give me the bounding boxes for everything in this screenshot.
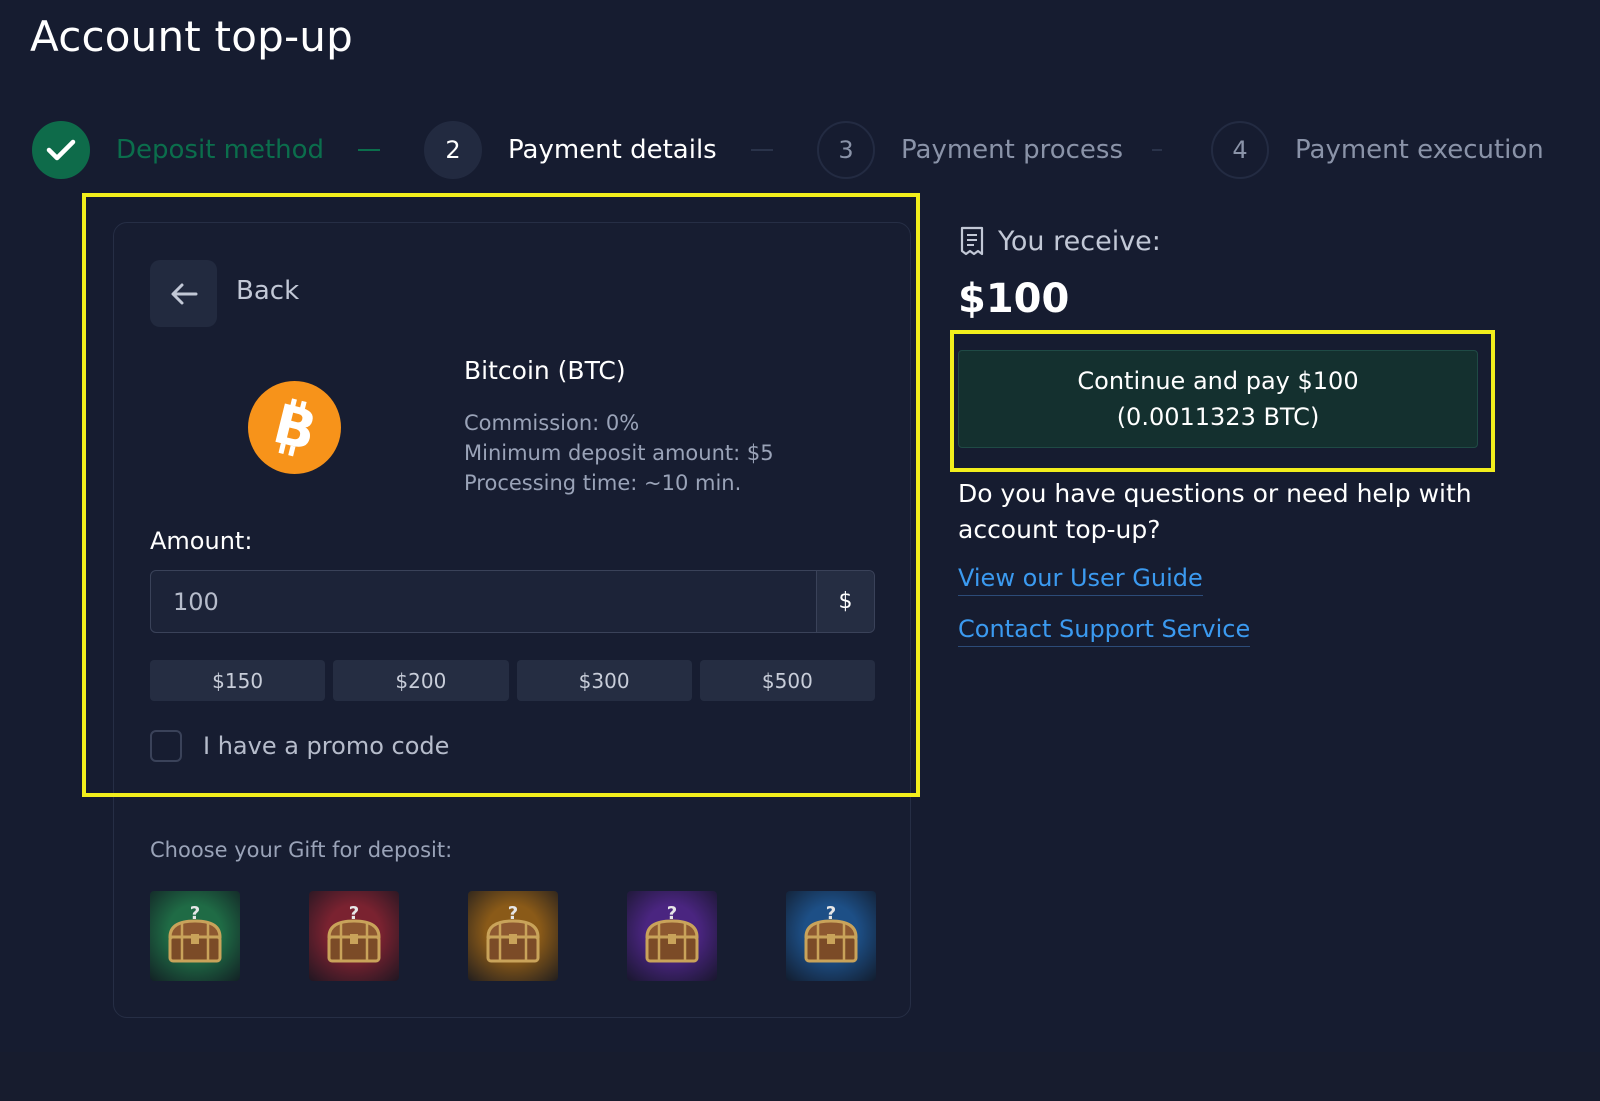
help-text: Do you have questions or need help with …: [958, 479, 1472, 544]
pay-button-amount: Continue and pay $100: [1077, 367, 1359, 395]
question-mark: ?: [826, 903, 836, 924]
contact-support-link[interactable]: Contact Support Service: [958, 615, 1251, 647]
step-payment-execution[interactable]: 4 Payment execution: [1211, 121, 1544, 179]
receipt-icon: [960, 226, 984, 256]
page-title: Account top-up: [30, 12, 353, 61]
arrow-left-icon: [171, 283, 197, 304]
gift-purple-chest[interactable]: ?: [627, 891, 717, 981]
treasure-chest-icon: ?: [168, 903, 222, 963]
step-number: 2: [424, 121, 482, 179]
gift-green-chest[interactable]: ?: [150, 891, 240, 981]
footer-strip: [0, 1052, 1600, 1101]
payment-method-info: Commission: 0% Minimum deposit amount: $…: [464, 408, 774, 498]
step-connector: [358, 149, 380, 151]
promo-code-toggle[interactable]: I have a promo code: [150, 730, 449, 762]
step-label: Payment process: [901, 135, 1124, 165]
gift-section-title: Choose your Gift for deposit:: [150, 838, 453, 862]
amount-label: Amount:: [150, 527, 253, 555]
gift-blue-chest[interactable]: ?: [786, 891, 876, 981]
bitcoin-icon: B: [248, 381, 341, 474]
gift-options: ?????: [150, 891, 876, 981]
question-mark: ?: [508, 903, 518, 924]
question-mark: ?: [190, 903, 200, 924]
preset-amount-button[interactable]: $200: [333, 660, 509, 701]
treasure-chest-icon: ?: [804, 903, 858, 963]
promo-code-checkbox[interactable]: [150, 730, 182, 762]
step-label: Deposit method: [116, 135, 325, 165]
currency-symbol: $: [816, 571, 874, 632]
amount-presets: $150 $200 $300 $500: [150, 660, 875, 701]
processing-time-text: Processing time: ~10 min.: [464, 471, 742, 495]
preset-amount-button[interactable]: $500: [699, 660, 875, 701]
step-label: Payment details: [508, 135, 717, 165]
continue-and-pay-button[interactable]: Continue and pay $100 (0.0011323 BTC): [958, 350, 1478, 448]
step-number: 4: [1211, 121, 1269, 179]
receive-amount: $100: [958, 276, 1070, 322]
step-number: 3: [817, 121, 875, 179]
step-deposit-method[interactable]: Deposit method: [32, 121, 324, 179]
amount-input[interactable]: [151, 571, 816, 632]
step-payment-details[interactable]: 2 Payment details: [424, 121, 717, 179]
gift-gold-chest[interactable]: ?: [468, 891, 558, 981]
treasure-chest-icon: ?: [327, 903, 381, 963]
pay-button-crypto-amount: (0.0011323 BTC): [1116, 403, 1320, 431]
back-label[interactable]: Back: [236, 276, 299, 306]
step-connector: [751, 149, 773, 151]
gift-red-chest[interactable]: ?: [309, 891, 399, 981]
question-mark: ?: [349, 903, 359, 924]
check-icon: [32, 121, 90, 179]
preset-amount-button[interactable]: $300: [516, 660, 692, 701]
amount-field: $: [150, 570, 875, 633]
receive-label: You receive:: [998, 226, 1161, 257]
question-mark: ?: [667, 903, 677, 924]
back-button[interactable]: [150, 260, 217, 327]
preset-amount-button[interactable]: $150: [150, 660, 326, 701]
payment-method-name: Bitcoin (BTC): [464, 356, 626, 385]
step-connector: [1152, 149, 1162, 151]
minimum-deposit-text: Minimum deposit amount: $5: [464, 441, 774, 465]
promo-code-label: I have a promo code: [203, 732, 450, 760]
treasure-chest-icon: ?: [645, 903, 699, 963]
commission-text: Commission: 0%: [464, 411, 640, 435]
step-payment-process[interactable]: 3 Payment process: [817, 121, 1123, 179]
treasure-chest-icon: ?: [486, 903, 540, 963]
user-guide-link[interactable]: View our User Guide: [958, 564, 1203, 596]
step-label: Payment execution: [1295, 135, 1544, 165]
stepper: Deposit method 2 Payment details 3 Payme…: [32, 121, 1562, 179]
